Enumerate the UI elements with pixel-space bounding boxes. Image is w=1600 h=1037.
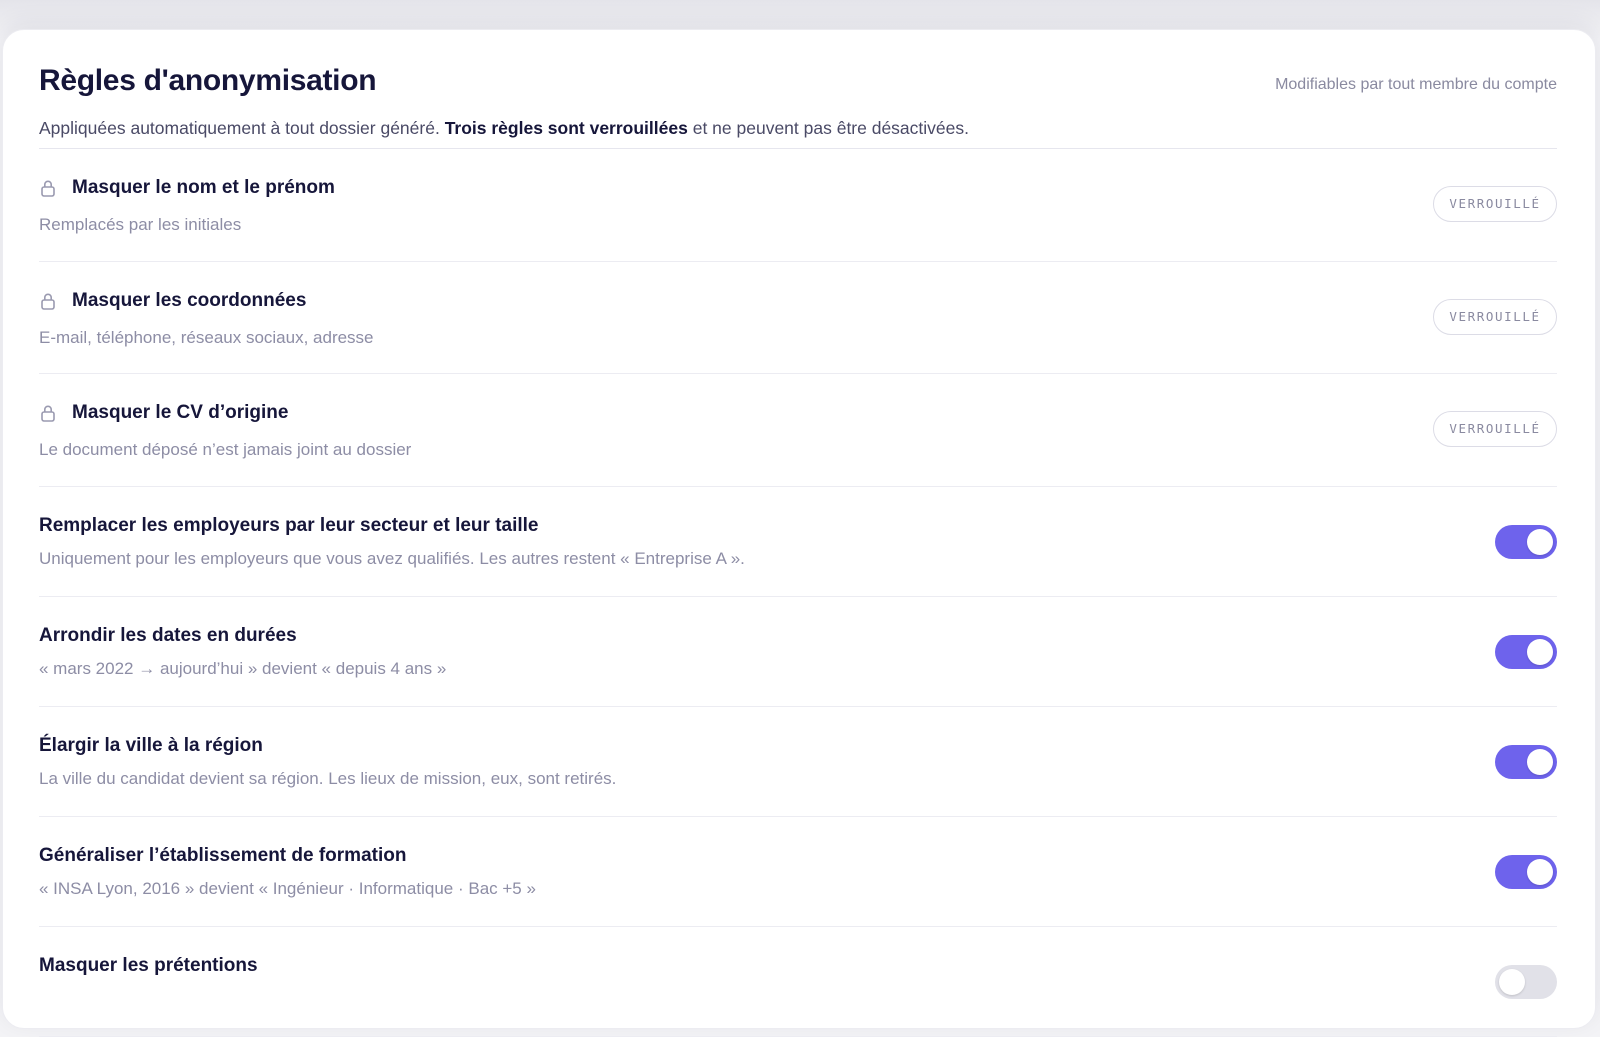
rule-toggle[interactable] [1495,964,1557,999]
locked-badge: VERROUILLÉ [1433,186,1557,222]
rule-toggle[interactable] [1495,854,1557,889]
rule-title: Masquer le CV d’origine [72,402,289,423]
toggle-knob [1527,528,1553,555]
rule-toggle[interactable] [1495,634,1557,669]
locked-badge: VERROUILLÉ [1433,298,1557,335]
lock-icon [41,405,55,422]
rule-description: La ville du candidat devient sa région. … [39,768,617,788]
rule-replace-employers: Remplacer les employeurs par leur secteu… [39,487,1557,597]
toggle-knob [1499,968,1525,995]
section-header: Règles d'anonymisation Modifiables par t… [39,60,1557,140]
rule-toggle[interactable] [1495,744,1557,779]
rule-description: « mars 2022 → aujourd’hui » devient « de… [39,658,447,678]
rule-description: Uniquement pour les employeurs que vous … [39,548,745,568]
rule-generalize-education: Généraliser l’établissement de formation… [39,817,1557,927]
subtitle-text-end: et ne peuvent pas être désactivées. [687,118,969,138]
anonymization-rules-card: Règles d'anonymisation Modifiables par t… [2,29,1596,1037]
rule-mask-salary: Masquer les prétentions [39,927,1557,1037]
locked-badge: VERROUILLÉ [1433,411,1557,447]
rule-description: Le document déposé n’est jamais joint au… [39,440,412,459]
rule-description: Remplacés par les initiales [39,215,242,234]
rule-mask-contacts: Masquer les coordonnées E-mail, téléphon… [39,262,1557,374]
rule-title: Remplacer les employeurs par leur secteu… [39,514,539,536]
rule-description: E-mail, téléphone, réseaux sociaux, adre… [39,327,374,347]
section-subtitle: Appliquées automatiquement à tout dossie… [39,116,1557,140]
rule-title: Masquer les prétentions [39,954,258,976]
rule-round-dates: Arrondir les dates en durées « mars 2022… [39,597,1557,707]
rules-list: Masquer le nom et le prénom Remplacés pa… [39,148,1557,1037]
rule-description: « INSA Lyon, 2016 » devient « Ingénieur … [39,878,536,898]
rule-title: Masquer le nom et le prénom [72,177,335,198]
toggle-knob [1527,638,1553,665]
rule-title: Arrondir les dates en durées [39,624,297,646]
rule-title: Masquer les coordonnées [72,289,307,311]
rule-title: Élargir la ville à la région [39,734,263,756]
toggle-knob [1527,748,1553,775]
toggle-knob [1527,858,1553,885]
lock-icon [41,293,55,310]
permissions-note: Modifiables par tout membre du compte [1275,76,1557,93]
rule-mask-original-cv: Masquer le CV d’origine Le document dépo… [39,374,1557,487]
rule-mask-name: Masquer le nom et le prénom Remplacés pa… [39,149,1557,262]
subtitle-emphasis: Trois règles sont verrouillées [444,118,688,138]
rule-widen-city: Élargir la ville à la région La ville du… [39,707,1557,817]
rule-toggle[interactable] [1495,524,1557,559]
lock-icon [41,180,55,197]
rule-title: Généraliser l’établissement de formation [39,844,407,866]
subtitle-text: Appliquées automatiquement à tout dossie… [39,118,445,138]
